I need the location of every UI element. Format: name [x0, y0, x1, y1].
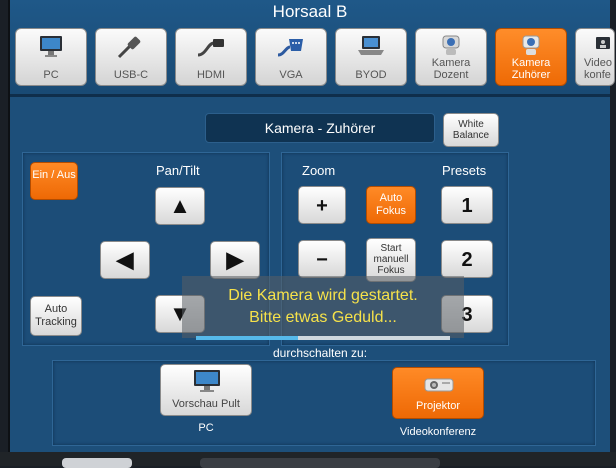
- source-button-byod[interactable]: BYOD: [335, 28, 407, 86]
- pan-left-button[interactable]: ◀: [100, 241, 150, 279]
- projector-icon: [422, 373, 456, 400]
- pan-tilt-label: Pan/Tilt: [156, 163, 200, 178]
- presets-label: Presets: [442, 163, 487, 178]
- control-panel-screen: Horsaal B PC USB-C HDMI VGA BYOD Kamera …: [8, 0, 615, 452]
- source-button-vga[interactable]: VGA: [255, 28, 327, 86]
- monitor-icon: [191, 368, 223, 399]
- preview-pult-button[interactable]: Vorschau Pult: [160, 364, 252, 416]
- source-button-kamera-zuhoerer[interactable]: Kamera Zuhörer: [495, 28, 567, 86]
- source-label: HDMI: [196, 69, 226, 81]
- hdmi-cable-icon: [176, 33, 246, 61]
- source-label: Kamera Zuhörer: [511, 57, 551, 81]
- source-label: PC: [43, 69, 59, 81]
- laptop-icon: [336, 33, 406, 61]
- arrow-left-icon: ◀: [116, 247, 134, 272]
- projector-label: Projektor: [415, 400, 461, 412]
- auto-focus-button[interactable]: Auto Fokus: [366, 186, 416, 224]
- white-balance-button[interactable]: White Balance: [443, 113, 499, 147]
- auto-focus-label: Auto Fokus: [376, 192, 406, 217]
- manual-focus-label: Start manuell Fokus: [373, 243, 409, 276]
- source-button-usb-c[interactable]: USB-C: [95, 28, 167, 86]
- progress-fill: [196, 336, 298, 340]
- zoom-out-label: −: [316, 249, 328, 271]
- zoom-out-button[interactable]: −: [298, 240, 346, 278]
- vga-cable-icon: [256, 33, 326, 61]
- room-title: Horsaal B: [272, 2, 348, 21]
- auto-tracking-button[interactable]: Auto Tracking: [30, 296, 82, 336]
- preview-caption: PC: [198, 422, 214, 434]
- status-line-2: Bitte etwas Geduld...: [249, 309, 397, 326]
- source-button-pc[interactable]: PC: [15, 28, 87, 86]
- tilt-up-button[interactable]: ▲: [155, 187, 205, 225]
- auto-tracking-label: Auto Tracking: [35, 303, 77, 328]
- preview-pult-label: Vorschau Pult: [172, 398, 240, 410]
- preset-label: 2: [461, 249, 473, 271]
- arrow-up-icon: ▲: [169, 193, 191, 218]
- switch-panel: [52, 360, 596, 446]
- preset-label: 1: [461, 195, 473, 217]
- status-overlay: [182, 276, 464, 338]
- source-label: BYOD: [355, 69, 387, 81]
- source-button-kamera-dozent[interactable]: Kamera Dozent: [415, 28, 487, 86]
- switch-label: durchschalten zu:: [272, 346, 368, 360]
- status-line-1: Die Kamera wird gestartet.: [228, 287, 418, 304]
- source-label: Video konfe: [584, 57, 612, 81]
- source-selection-bar: Horsaal B PC USB-C HDMI VGA BYOD Kamera …: [10, 0, 615, 97]
- bottom-nav-bar[interactable]: [200, 458, 440, 468]
- source-label: Kamera Dozent: [431, 57, 471, 81]
- source-button-videokonferenz[interactable]: Video konfe: [575, 28, 615, 86]
- arrow-right-icon: ▶: [226, 247, 244, 272]
- projector-caption: Videokonferenz: [399, 426, 477, 438]
- zoom-label: Zoom: [302, 163, 336, 178]
- zoom-in-button[interactable]: +: [298, 186, 346, 224]
- startup-progress-bar: [196, 336, 450, 340]
- usb-cable-icon: [96, 33, 166, 61]
- white-balance-label: White Balance: [452, 119, 490, 141]
- power-label: Ein / Aus: [32, 169, 76, 181]
- preset-1-button[interactable]: 1: [441, 186, 493, 224]
- zoom-in-label: +: [316, 195, 328, 217]
- source-button-hdmi[interactable]: HDMI: [175, 28, 247, 86]
- preset-2-button[interactable]: 2: [441, 240, 493, 278]
- source-label: VGA: [279, 69, 303, 81]
- monitor-icon: [16, 33, 86, 61]
- power-button[interactable]: Ein / Aus: [30, 162, 78, 200]
- camera-title: Kamera - Zuhörer: [205, 113, 435, 143]
- pan-right-button[interactable]: ▶: [210, 241, 260, 279]
- projector-button[interactable]: Projektor: [392, 367, 484, 419]
- source-label: USB-C: [113, 69, 149, 81]
- bottom-nav-button[interactable]: [62, 458, 132, 468]
